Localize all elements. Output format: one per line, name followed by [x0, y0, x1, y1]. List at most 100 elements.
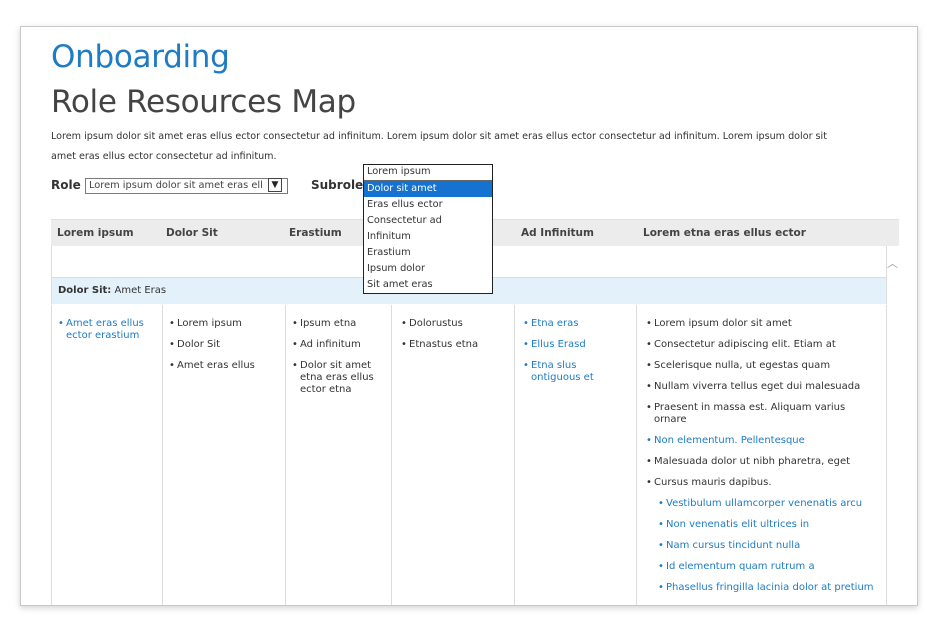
list-item-text: Consectetur adipiscing elit. Etiam at	[654, 339, 836, 350]
table-cell: • Etna eras • Ellus Erasd • Etna slus ontiguo…	[514, 305, 636, 605]
list-item: • Dolor sit amet etna eras ellus ector et…	[292, 360, 391, 396]
list-item: • Nullam viverra tellus eget dui malesuad…	[646, 381, 886, 393]
bullet-icon: •	[658, 540, 664, 551]
list-item-text: Nam cursus tincidunt nulla	[666, 540, 801, 551]
list-item-text: Non elementum. Pellentesque	[654, 435, 805, 446]
list-item-text: Scelerisque nulla, ut egestas quam	[654, 360, 831, 371]
bullet-icon: •	[292, 339, 298, 350]
bullet-icon: •	[523, 318, 529, 329]
list-item-text: Vestibulum ullamcorper venenatis arcu	[666, 498, 863, 509]
resource-link[interactable]: • Etna slus ontiguous et	[523, 360, 636, 384]
bullet-icon: •	[646, 381, 652, 392]
column-header[interactable]: Lorem etna eras ellus ector	[643, 220, 806, 246]
list-item: • Scelerisque nulla, ut egestas quam	[646, 360, 886, 372]
table-cell: • Amet eras ellus ector erastium	[52, 305, 162, 605]
bullet-icon: •	[58, 318, 64, 329]
subrole-option[interactable]: Ipsum dolor	[364, 261, 492, 277]
app-title[interactable]: Onboarding	[51, 39, 230, 75]
bullet-icon: •	[646, 360, 652, 371]
column-header[interactable]: Erastium	[289, 220, 342, 246]
bullet-icon: •	[658, 519, 664, 530]
list-item-text: Cursus mauris dapibus.	[654, 477, 772, 488]
role-select[interactable]: Lorem ipsum dolor sit amet eras ell	[85, 178, 288, 194]
column-header[interactable]: Ad Infinitum	[521, 220, 594, 246]
subrole-option[interactable]: Dolor sit amet	[364, 181, 492, 197]
list-item-text: Ipsum etna	[300, 318, 357, 329]
list-item: • Dolor Sit	[169, 339, 285, 351]
list-item-text: Praesent in massa est. Aliquam varius or…	[654, 402, 846, 425]
list-item: • Ipsum etna	[292, 318, 391, 330]
bullet-icon: •	[292, 318, 298, 329]
list-item-text: Ad infinitum	[300, 339, 361, 350]
list-item-text: Etnastus etna	[409, 339, 479, 350]
group-label: Dolor Sit:	[58, 285, 112, 296]
list-item-text: Dolorustus	[409, 318, 463, 329]
subrole-option[interactable]: Consectetur ad	[364, 213, 492, 229]
list-item-text: Malesuada dolor ut nibh pharetra, eget	[654, 456, 851, 467]
bullet-icon: •	[646, 339, 652, 350]
bullet-icon: •	[646, 318, 652, 329]
subrole-label: Subrole	[311, 178, 364, 192]
list-item: • Lorem ipsum dolor sit amet	[646, 318, 886, 330]
group-value: Amet Eras	[114, 285, 167, 296]
role-label: Role	[51, 178, 81, 192]
list-item-text: Etna eras	[531, 318, 579, 329]
list-item-text: Lorem ipsum	[177, 318, 242, 329]
list-item: • Dolorustus	[401, 318, 514, 330]
list-item-text: Dolor Sit	[177, 339, 221, 350]
bullet-icon: •	[169, 318, 175, 329]
resource-link[interactable]: • Etna eras	[523, 318, 636, 330]
page-title: Role Resources Map	[51, 84, 356, 120]
bullet-icon: •	[658, 582, 664, 593]
subrole-options-list: Dolor sit amet Eras ellus ector Consectetu…	[364, 181, 492, 293]
subrole-option[interactable]: Infinitum	[364, 229, 492, 245]
column-header[interactable]: Lorem ipsum	[57, 220, 134, 246]
page-description: Lorem ipsum dolor sit amet eras ellus ec…	[51, 131, 827, 162]
list-item-text: Etna slus ontiguous et	[531, 360, 594, 383]
bullet-icon: •	[658, 498, 664, 509]
resource-link[interactable]: • Ellus Erasd	[523, 339, 636, 351]
list-item: • Amet eras ellus	[169, 360, 285, 372]
bullet-icon: •	[169, 360, 175, 371]
table-cell: • Lorem ipsum dolor sit amet • Consectetur …	[636, 305, 886, 605]
bullet-icon: •	[523, 360, 529, 371]
resource-link[interactable]: • Non venenatis elit ultrices in	[646, 519, 886, 531]
table-cell: • Ipsum etna • Ad infinitum • Dolor sit amet …	[285, 305, 391, 605]
list-item: • Consectetur adipiscing elit. Etiam at	[646, 339, 886, 351]
subrole-option[interactable]: Erastium	[364, 245, 492, 261]
bullet-icon: •	[169, 339, 175, 350]
chevron-up-icon[interactable]: ︿	[887, 255, 898, 271]
list-item-text: Phasellus fringilla lacinia dolor at pre…	[666, 582, 874, 593]
list-item: • Ad infinitum	[292, 339, 391, 351]
resource-link[interactable]: • Nam cursus tincidunt nulla	[646, 540, 886, 552]
list-item-text: Amet eras ellus	[177, 360, 255, 371]
table-cell: • Dolorustus • Etnastus etna	[391, 305, 514, 605]
page-frame: Onboarding Role Resources Map Lorem ipsu…	[20, 26, 918, 606]
resource-link[interactable]: • Non elementum. Pellentesque	[646, 435, 886, 447]
list-item: • Praesent in massa est. Aliquam varius o…	[646, 402, 886, 426]
resource-link[interactable]: • Amet eras ellus ector erastium	[58, 318, 162, 342]
list-item-text: Ellus Erasd	[531, 339, 586, 350]
list-item-text: Nullam viverra tellus eget dui malesuada	[654, 381, 861, 392]
table-cell: • Lorem ipsum • Dolor Sit • Amet eras ellus	[162, 305, 285, 605]
data-area: • Amet eras ellus ector erastium • Lorem i…	[51, 305, 887, 605]
resource-link[interactable]: • Phasellus fringilla lacinia dolor at pr…	[646, 582, 886, 594]
subrole-option[interactable]: Sit amet eras	[364, 277, 492, 293]
bullet-icon: •	[523, 339, 529, 350]
resource-link[interactable]: • Vestibulum ullamcorper venenatis arcu	[646, 498, 886, 510]
list-item-text: Amet eras ellus ector erastium	[66, 318, 144, 341]
list-item: • Etnastus etna	[401, 339, 514, 351]
bullet-icon: •	[646, 402, 652, 413]
resource-link[interactable]: • Id elementum quam rutrum a	[646, 561, 886, 573]
column-header[interactable]: Dolor Sit	[166, 220, 218, 246]
list-item: • Lorem ipsum	[169, 318, 285, 330]
subrole-current-value[interactable]: Lorem ipsum	[364, 165, 492, 181]
subrole-dropdown[interactable]: Lorem ipsum Dolor sit amet Eras ellus ect…	[363, 164, 493, 294]
bullet-icon: •	[292, 360, 298, 371]
list-item: • Cursus mauris dapibus.	[646, 477, 886, 489]
list-item: • Malesuada dolor ut nibh pharetra, eget	[646, 456, 886, 468]
subrole-option[interactable]: Eras ellus ector	[364, 197, 492, 213]
chevron-down-icon[interactable]: ▼	[268, 178, 282, 192]
bullet-icon: •	[401, 339, 407, 350]
list-item-text: Dolor sit amet etna eras ellus ector etn…	[300, 360, 374, 395]
